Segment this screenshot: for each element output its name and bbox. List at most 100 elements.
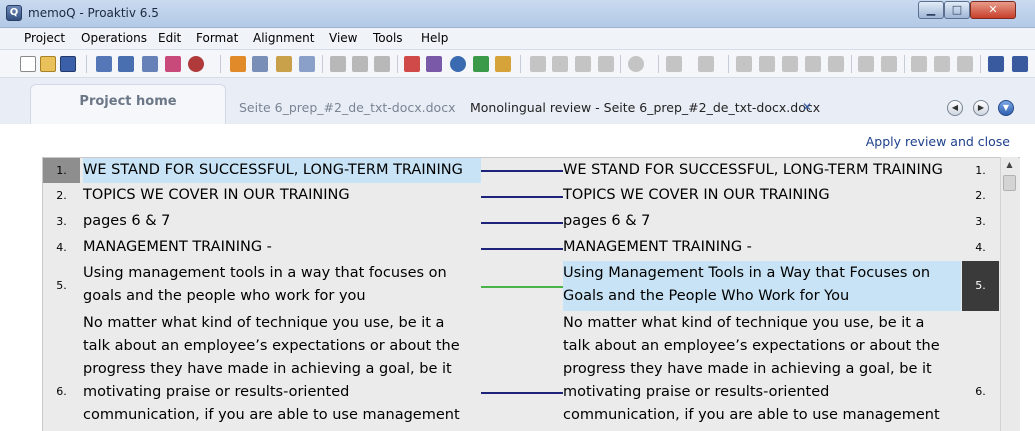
- maximize-button[interactable]: □: [944, 1, 970, 19]
- target-segment-number: 1.: [975, 164, 986, 177]
- previous-tab-icon[interactable]: ◀: [947, 100, 963, 116]
- source-segment-text[interactable]: WE STAND FOR SUCCESSFUL, LONG-TERM TRAIN…: [83, 158, 481, 183]
- target-segment-text[interactable]: Using Management Tools in a Way that Foc…: [563, 261, 961, 311]
- menu-tools[interactable]: Tools: [373, 31, 403, 45]
- source-segment-number: 4.: [56, 241, 67, 254]
- segment-row[interactable]: 4. MANAGEMENT TRAINING - MANAGEMENT TRAI…: [43, 235, 1013, 261]
- qa-icon[interactable]: [188, 56, 204, 72]
- apply-review-and-close-link[interactable]: Apply review and close: [866, 134, 1010, 149]
- menu-operations[interactable]: Operations: [81, 31, 147, 45]
- segment-row[interactable]: 1. WE STAND FOR SUCCESSFUL, LONG-TERM TR…: [43, 158, 1013, 183]
- segment-row[interactable]: 6. No matter what kind of technique you …: [43, 311, 1013, 431]
- memoq-app-icon[interactable]: Q: [6, 5, 22, 21]
- alignment-link[interactable]: [481, 392, 563, 394]
- source-segment-text[interactable]: Using management tools in a way that foc…: [83, 262, 481, 308]
- redo-icon[interactable]: [698, 56, 714, 72]
- toolbar: [0, 50, 1035, 78]
- bold-icon[interactable]: [736, 56, 752, 72]
- alignment-link[interactable]: [481, 222, 563, 224]
- alignment-link[interactable]: [481, 196, 563, 198]
- undo-icon[interactable]: [666, 56, 682, 72]
- close-window-button[interactable]: ✕: [970, 1, 1016, 19]
- target-segment-number: 2.: [975, 189, 986, 202]
- copy-icon[interactable]: [552, 56, 568, 72]
- close-tab-icon[interactable]: ✕: [802, 100, 812, 114]
- format-icon[interactable]: [598, 56, 614, 72]
- segment-row[interactable]: 2. TOPICS WE COVER IN OUR TRAINING TOPIC…: [43, 183, 1013, 209]
- toolbar-separator: [851, 55, 852, 73]
- save-icon[interactable]: [60, 56, 76, 72]
- source-segment-text[interactable]: MANAGEMENT TRAINING -: [83, 236, 481, 259]
- toolbar-separator: [322, 55, 323, 73]
- settings-gear-icon[interactable]: [911, 56, 927, 72]
- minimize-button[interactable]: ▁: [918, 1, 944, 19]
- tab-project-home[interactable]: Project home: [30, 84, 226, 124]
- tab-list-icon[interactable]: ▼: [998, 100, 1014, 116]
- quick-add-term-icon[interactable]: [495, 56, 511, 72]
- filter-icon[interactable]: [934, 56, 950, 72]
- comment-icon[interactable]: [450, 56, 466, 72]
- cut-icon[interactable]: [530, 56, 546, 72]
- pretranslate-icon[interactable]: [96, 56, 112, 72]
- target-segment-text[interactable]: No matter what kind of technique you use…: [563, 312, 961, 427]
- target-segment-text[interactable]: MANAGEMENT TRAINING -: [563, 236, 961, 259]
- document-tabs: Project home Seite 6_prep_#2_de_txt-docx…: [0, 78, 1035, 124]
- statistics-icon[interactable]: [230, 56, 246, 72]
- alignment-link[interactable]: [481, 248, 563, 250]
- export-icon[interactable]: [374, 56, 390, 72]
- italic-icon[interactable]: [759, 56, 775, 72]
- source-segment-text[interactable]: pages 6 & 7: [83, 210, 481, 233]
- scrollbar-thumb[interactable]: [1003, 175, 1016, 191]
- alignment-link-changed[interactable]: [481, 286, 563, 288]
- info-icon[interactable]: [628, 56, 644, 72]
- target-segment-text[interactable]: pages 6 & 7: [563, 210, 961, 233]
- toolbar-separator: [86, 55, 87, 73]
- eraser-icon[interactable]: [165, 56, 181, 72]
- source-segment-number: 6.: [56, 385, 67, 398]
- segment-row[interactable]: 5. Using management tools in a way that …: [43, 261, 1013, 311]
- document-view-icon[interactable]: [299, 56, 315, 72]
- open-folder-icon[interactable]: [40, 56, 56, 72]
- vertical-scrollbar[interactable]: ▲: [1000, 157, 1018, 431]
- subscript-icon[interactable]: [828, 56, 844, 72]
- menu-view[interactable]: View: [329, 31, 357, 45]
- menu-project[interactable]: Project: [24, 31, 65, 45]
- view-options-icon[interactable]: [988, 56, 1004, 72]
- target-segment-number: 3.: [975, 215, 986, 228]
- menu-help[interactable]: Help: [421, 31, 448, 45]
- refresh-icon[interactable]: [352, 56, 368, 72]
- scroll-up-arrow-icon[interactable]: ▲: [1001, 157, 1018, 173]
- edit-tool-icon[interactable]: [142, 56, 158, 72]
- menu-bar: Project Operations Edit Format Alignment…: [0, 28, 1035, 50]
- source-segment-text[interactable]: TOPICS WE COVER IN OUR TRAINING: [83, 184, 481, 207]
- tab-document[interactable]: Seite 6_prep_#2_de_txt-docx.docx: [239, 100, 455, 115]
- copy-source-icon[interactable]: [252, 56, 268, 72]
- braces-icon[interactable]: [881, 56, 897, 72]
- source-segment-number: 1.: [43, 158, 80, 183]
- superscript-icon[interactable]: [805, 56, 821, 72]
- lookup-icon[interactable]: [404, 56, 420, 72]
- underline-icon[interactable]: [782, 56, 798, 72]
- notes-icon[interactable]: [276, 56, 292, 72]
- clear-icon[interactable]: [957, 56, 973, 72]
- print-icon[interactable]: [330, 56, 346, 72]
- menu-alignment[interactable]: Alignment: [253, 31, 314, 45]
- menu-edit[interactable]: Edit: [158, 31, 181, 45]
- next-tab-icon[interactable]: ▶: [973, 100, 989, 116]
- menu-format[interactable]: Format: [196, 31, 238, 45]
- review-panel: Apply review and close 1. WE STAND FOR S…: [0, 124, 1035, 431]
- segment-row[interactable]: 3. pages 6 & 7 pages 6 & 7 3.: [43, 209, 1013, 235]
- toolbar-overflow-icon[interactable]: [1012, 56, 1028, 72]
- sort-icon[interactable]: [118, 56, 134, 72]
- tag-icon[interactable]: [858, 56, 874, 72]
- alignment-link[interactable]: [481, 170, 563, 172]
- target-segment-text[interactable]: TOPICS WE COVER IN OUR TRAINING: [563, 184, 961, 207]
- new-document-icon[interactable]: [20, 56, 36, 72]
- concordance-icon[interactable]: [426, 56, 442, 72]
- paste-icon[interactable]: [575, 56, 591, 72]
- add-term-icon[interactable]: [473, 56, 489, 72]
- tab-monolingual-review[interactable]: Monolingual review - Seite 6_prep_#2_de_…: [470, 100, 820, 115]
- target-segment-text[interactable]: WE STAND FOR SUCCESSFUL, LONG-TERM TRAIN…: [563, 158, 961, 183]
- title-bar: Q memoQ - Proaktiv 6.5 ▁ □ ✕: [0, 0, 1035, 28]
- source-segment-text[interactable]: No matter what kind of technique you use…: [83, 312, 481, 427]
